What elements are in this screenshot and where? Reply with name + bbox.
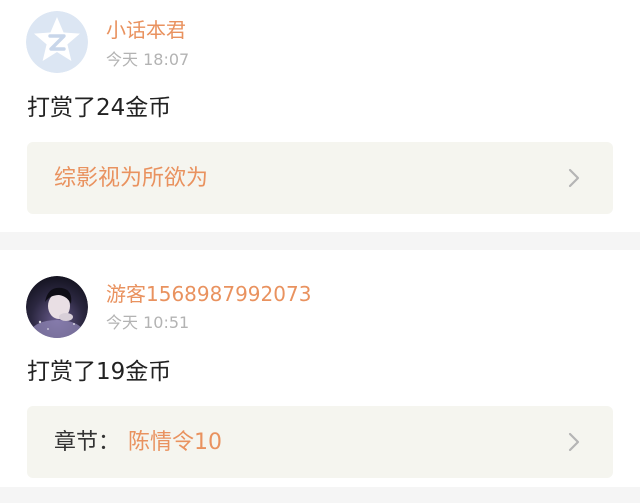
user-photo-avatar: [26, 276, 88, 338]
reward-text: 打赏了19金币: [27, 359, 172, 385]
timestamp: 今天 18:07: [106, 50, 190, 69]
reward-entry: 游客1568987992073 今天 10:51 打赏了19金币 章节： 陈情令…: [0, 250, 640, 487]
section-divider: [0, 487, 640, 503]
section-divider: [0, 232, 640, 250]
chevron-right-icon: [568, 432, 580, 452]
chapter-link[interactable]: 章节： 陈情令10: [27, 406, 613, 478]
book-title: 综影视为所欲为: [54, 166, 209, 191]
chevron-right-icon: [568, 168, 580, 188]
timestamp: 今天 10:51: [106, 313, 190, 332]
book-link[interactable]: 综影视为所欲为: [27, 142, 613, 214]
reward-entry: 小话本君 今天 18:07 打赏了24金币 综影视为所欲为: [0, 0, 640, 232]
qq-star-icon: [26, 11, 88, 73]
user-avatar[interactable]: [26, 11, 88, 73]
chapter-title: 陈情令10: [128, 430, 222, 455]
user-name[interactable]: 小话本君: [106, 18, 186, 42]
user-avatar[interactable]: [26, 276, 88, 338]
user-name[interactable]: 游客1568987992073: [106, 282, 311, 306]
chapter-label: 章节：: [54, 430, 121, 455]
reward-text: 打赏了24金币: [27, 95, 172, 121]
